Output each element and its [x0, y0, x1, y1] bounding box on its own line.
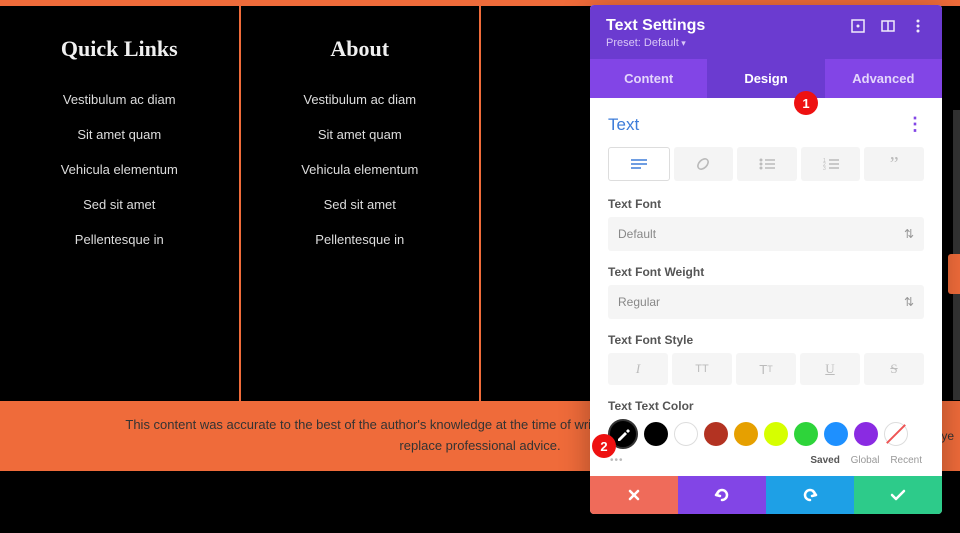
- kebab-icon[interactable]: [910, 18, 926, 34]
- annotation-badge-1: 1: [794, 91, 818, 115]
- expand-icon[interactable]: [850, 18, 866, 34]
- option-link[interactable]: [674, 147, 734, 181]
- saved-label[interactable]: Saved: [810, 455, 839, 466]
- font-label: Text Font: [608, 197, 924, 211]
- option-quote[interactable]: ”: [864, 147, 924, 181]
- chevron-updown-icon: ⇅: [904, 295, 914, 309]
- svg-text:3: 3: [823, 166, 826, 170]
- text-type-row: 123 ”: [608, 147, 924, 181]
- redo-button[interactable]: [766, 476, 854, 514]
- footer-link[interactable]: Sed sit amet: [251, 197, 470, 212]
- footer-link[interactable]: Vehicula elementum: [10, 162, 229, 177]
- footer-col-about: About Vestibulum ac diam Sit amet quam V…: [241, 6, 482, 401]
- style-italic[interactable]: I: [608, 353, 668, 385]
- style-strikethrough[interactable]: S: [864, 353, 924, 385]
- undo-button[interactable]: [678, 476, 766, 514]
- cancel-button[interactable]: [590, 476, 678, 514]
- tab-content[interactable]: Content: [590, 59, 707, 98]
- footer-link[interactable]: Vehicula elementum: [251, 162, 470, 177]
- footer-col-quicklinks: Quick Links Vestibulum ac diam Sit amet …: [0, 6, 241, 401]
- style-underline[interactable]: U: [800, 353, 860, 385]
- style-label: Text Font Style: [608, 333, 924, 347]
- option-paragraph[interactable]: [608, 147, 670, 181]
- global-label[interactable]: Global: [851, 455, 880, 466]
- font-select-value: Default: [618, 227, 656, 241]
- weight-label: Text Font Weight: [608, 265, 924, 279]
- tab-advanced[interactable]: Advanced: [825, 59, 942, 98]
- style-uppercase[interactable]: TT: [672, 353, 732, 385]
- footer-link[interactable]: Sed sit amet: [10, 197, 229, 212]
- section-menu-icon[interactable]: ⋮: [906, 114, 924, 135]
- panel-header[interactable]: Text Settings Preset: Default: [590, 5, 942, 59]
- footer-link[interactable]: Vestibulum ac diam: [10, 92, 229, 107]
- color-swatch[interactable]: [854, 422, 878, 446]
- weight-select-value: Regular: [618, 295, 660, 309]
- save-button[interactable]: [854, 476, 942, 514]
- weight-select[interactable]: Regular ⇅: [608, 285, 924, 319]
- color-swatch[interactable]: [824, 422, 848, 446]
- color-label: Text Text Color: [608, 399, 924, 413]
- preset-label[interactable]: Preset: Default: [606, 37, 926, 49]
- panel-body: Text ⋮ 123 ” Text Font Default ⇅ Text Fon…: [590, 98, 942, 476]
- annotation-badge-2: 2: [592, 434, 616, 458]
- color-swatch[interactable]: [674, 422, 698, 446]
- color-swatch[interactable]: [794, 422, 818, 446]
- footer-link[interactable]: Vestibulum ac diam: [251, 92, 470, 107]
- font-select[interactable]: Default ⇅: [608, 217, 924, 251]
- chevron-updown-icon: ⇅: [904, 227, 914, 241]
- footer-heading: Quick Links: [10, 36, 229, 62]
- color-swatches: [608, 419, 924, 449]
- more-colors-icon[interactable]: •••: [610, 455, 624, 466]
- color-swatch[interactable]: [764, 422, 788, 446]
- columns-icon[interactable]: [880, 18, 896, 34]
- panel-footer: [590, 476, 942, 514]
- section-title[interactable]: Text: [608, 115, 639, 135]
- footer-heading: About: [251, 36, 470, 62]
- color-swatch[interactable]: [734, 422, 758, 446]
- color-swatch-none[interactable]: [884, 422, 908, 446]
- option-ol[interactable]: 123: [801, 147, 861, 181]
- panel-tabs: Content Design Advanced: [590, 59, 942, 98]
- color-swatch[interactable]: [644, 422, 668, 446]
- right-handle[interactable]: [948, 254, 960, 294]
- footer-link[interactable]: Pellentesque in: [10, 232, 229, 247]
- footer-link[interactable]: Sit amet quam: [10, 127, 229, 142]
- font-style-row: I TT TT U S: [608, 353, 924, 385]
- footer-link[interactable]: Pellentesque in: [251, 232, 470, 247]
- footer-link[interactable]: Sit amet quam: [251, 127, 470, 142]
- color-swatch[interactable]: [704, 422, 728, 446]
- style-smallcaps[interactable]: TT: [736, 353, 796, 385]
- text-settings-panel: Text Settings Preset: Default Content De…: [590, 5, 942, 514]
- panel-title: Text Settings: [606, 17, 705, 35]
- recent-label[interactable]: Recent: [890, 455, 922, 466]
- option-ul[interactable]: [737, 147, 797, 181]
